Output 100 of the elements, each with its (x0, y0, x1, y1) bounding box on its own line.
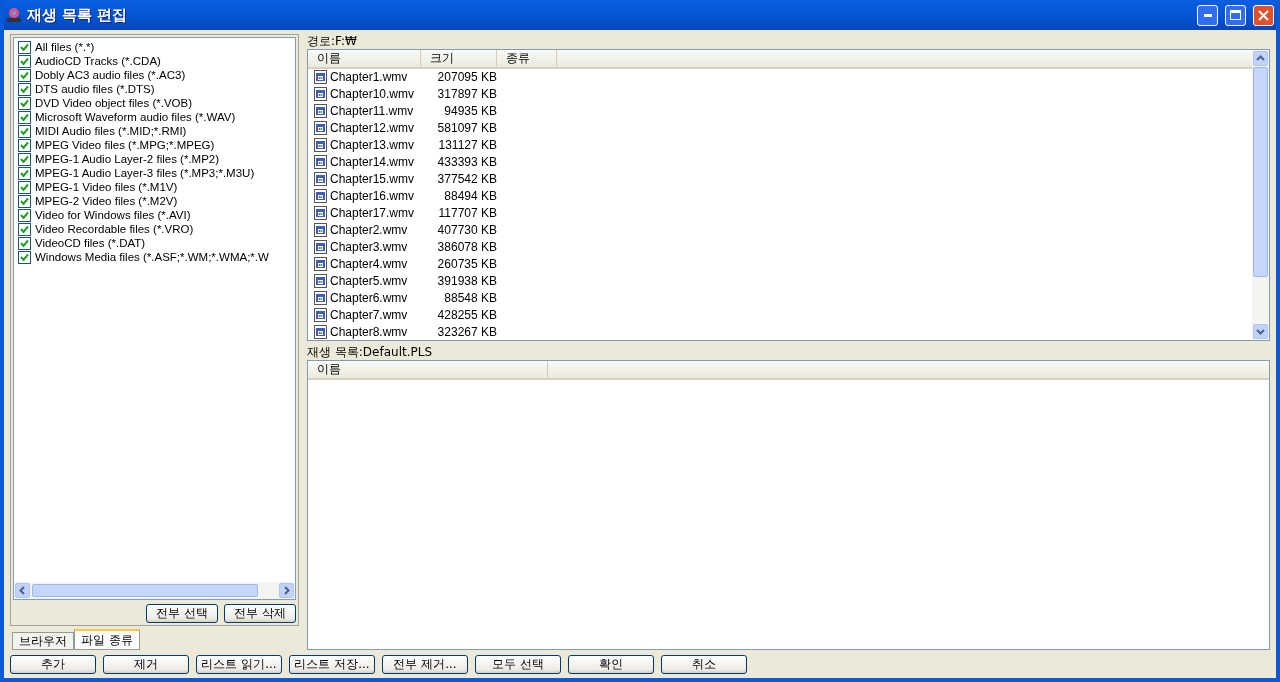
file-type-label: AudioCD Tracks (*.CDA) (35, 55, 161, 67)
tab[interactable]: 브라우저 (12, 632, 74, 650)
action-button[interactable]: 리스트 저장... (289, 655, 375, 674)
checkbox[interactable] (18, 138, 31, 152)
file-name[interactable]: Chapter13.wmv (330, 138, 415, 153)
file-type-label: All files (*.*) (35, 41, 95, 53)
column-heading[interactable]: 이름 (308, 361, 548, 378)
file-type-label: MIDI Audio files (*.MID;*.RMI) (35, 125, 187, 137)
file-type-label: VideoCD files (*.DAT) (35, 237, 146, 249)
file-size: 428255 KB (436, 307, 497, 322)
scroll-left-icon[interactable] (18, 586, 27, 595)
action-button[interactable]: 전부 제거... (382, 655, 468, 674)
tab[interactable]: 파일 종류 (74, 629, 140, 650)
checkbox[interactable] (18, 236, 31, 250)
column-heading[interactable]: 종류 (497, 50, 557, 67)
file-name[interactable]: Chapter4.wmv (330, 256, 408, 271)
file-size: 323267 KB (436, 324, 497, 339)
checkbox[interactable] (18, 166, 31, 180)
action-button[interactable]: 취소 (661, 655, 747, 674)
file-type-label: MPEG Video files (*.MPG;*.MPEG) (35, 139, 215, 151)
vertical-scrollbar[interactable] (1252, 50, 1269, 340)
video-file-icon (314, 121, 327, 136)
video-file-icon (314, 138, 327, 153)
checkbox[interactable] (18, 82, 31, 96)
video-file-icon (314, 87, 327, 102)
checkbox[interactable] (18, 96, 31, 110)
video-file-icon (314, 290, 327, 305)
video-file-icon (314, 155, 327, 170)
file-name[interactable]: Chapter2.wmv (330, 222, 408, 237)
video-file-icon (314, 273, 327, 288)
checkbox[interactable] (18, 110, 31, 124)
file-size: 433393 KB (436, 155, 497, 170)
file-name[interactable]: Chapter7.wmv (330, 307, 408, 322)
file-size: 131127 KB (437, 138, 497, 153)
maximize-button[interactable] (1225, 4, 1246, 26)
file-size: 117707 KB (437, 205, 497, 220)
action-button[interactable]: 제거 (103, 655, 189, 674)
file-type-label: MPEG-1 Audio Layer-2 files (*.MP2) (35, 153, 220, 165)
file-size: 94935 KB (443, 104, 497, 119)
file-name[interactable]: Chapter15.wmv (330, 172, 415, 187)
file-size: 207095 KB (436, 70, 497, 85)
file-name[interactable]: Chapter14.wmv (330, 155, 415, 170)
column-heading[interactable]: 크기 (421, 50, 497, 67)
file-size: 317897 KB (436, 87, 497, 102)
checkbox[interactable] (18, 54, 31, 68)
file-name[interactable]: Chapter16.wmv (330, 189, 415, 204)
file-type-label: MPEG-1 Video files (*.M1V) (35, 181, 178, 193)
file-name[interactable]: Chapter5.wmv (330, 273, 408, 288)
checkbox[interactable] (18, 222, 31, 236)
checkbox[interactable] (18, 152, 31, 166)
scroll-down-icon[interactable] (1256, 327, 1265, 336)
file-size: 386078 KB (436, 239, 497, 254)
scroll-right-icon[interactable] (282, 586, 291, 595)
scroll-up-icon[interactable] (1256, 54, 1265, 63)
file-size: 260735 KB (436, 256, 497, 271)
video-file-icon (314, 222, 327, 237)
list-button[interactable]: 전부 삭제 (224, 604, 296, 623)
file-name[interactable]: Chapter3.wmv (330, 239, 408, 254)
horizontal-scrollbar[interactable] (14, 582, 295, 599)
video-file-icon (314, 104, 327, 119)
close-button[interactable] (1253, 4, 1274, 26)
file-name[interactable]: Chapter8.wmv (330, 324, 408, 339)
file-name[interactable]: Chapter6.wmv (330, 290, 408, 305)
file-type-label: DTS audio files (*.DTS) (35, 83, 155, 95)
file-name[interactable]: Chapter10.wmv (330, 87, 415, 102)
checkbox[interactable] (18, 40, 31, 54)
file-name[interactable]: Chapter11.wmv (330, 104, 414, 119)
checkbox[interactable] (18, 250, 31, 264)
action-button[interactable]: 확인 (568, 655, 654, 674)
file-size: 581097 KB (436, 121, 497, 136)
video-file-icon (314, 70, 327, 85)
checkbox[interactable] (18, 180, 31, 194)
video-file-icon (314, 307, 327, 322)
file-type-label: DVD Video object files (*.VOB) (35, 97, 193, 109)
action-button[interactable]: 모두 선택 (475, 655, 561, 674)
file-name[interactable]: Chapter1.wmv (330, 70, 408, 85)
path-label: 경로:F:₩ (307, 34, 358, 49)
video-file-icon (314, 256, 327, 271)
action-button[interactable]: 추가 (10, 655, 96, 674)
file-name[interactable]: Chapter17.wmv (330, 205, 415, 220)
file-type-label: Windows Media files (*.ASF;*.WM;*.WMA;*.W (35, 251, 269, 263)
window-title: 재생 목록 편집 (27, 5, 129, 25)
minimize-button[interactable] (1197, 4, 1218, 26)
playlist-label: 재생 목록:Default.PLS (307, 345, 434, 360)
video-file-icon (314, 172, 327, 187)
checkbox[interactable] (18, 208, 31, 222)
file-type-label: Video for Windows files (*.AVI) (35, 209, 191, 221)
list-button[interactable]: 전부 선택 (146, 604, 218, 623)
checkbox[interactable] (18, 124, 31, 138)
file-size: 88494 KB (443, 189, 497, 204)
file-name[interactable]: Chapter12.wmv (330, 121, 415, 136)
app-disc-icon (6, 7, 22, 23)
file-type-label: Microsoft Waveform audio files (*.WAV) (35, 111, 236, 123)
checkbox[interactable] (18, 194, 31, 208)
checkbox[interactable] (18, 68, 31, 82)
file-type-label: Dobly AC3 audio files (*.AC3) (35, 69, 186, 81)
file-size: 407730 KB (436, 222, 497, 237)
file-type-label: MPEG-2 Video files (*.M2V) (35, 195, 178, 207)
action-button[interactable]: 리스트 읽기... (196, 655, 282, 674)
column-heading[interactable]: 이름 (308, 50, 421, 67)
